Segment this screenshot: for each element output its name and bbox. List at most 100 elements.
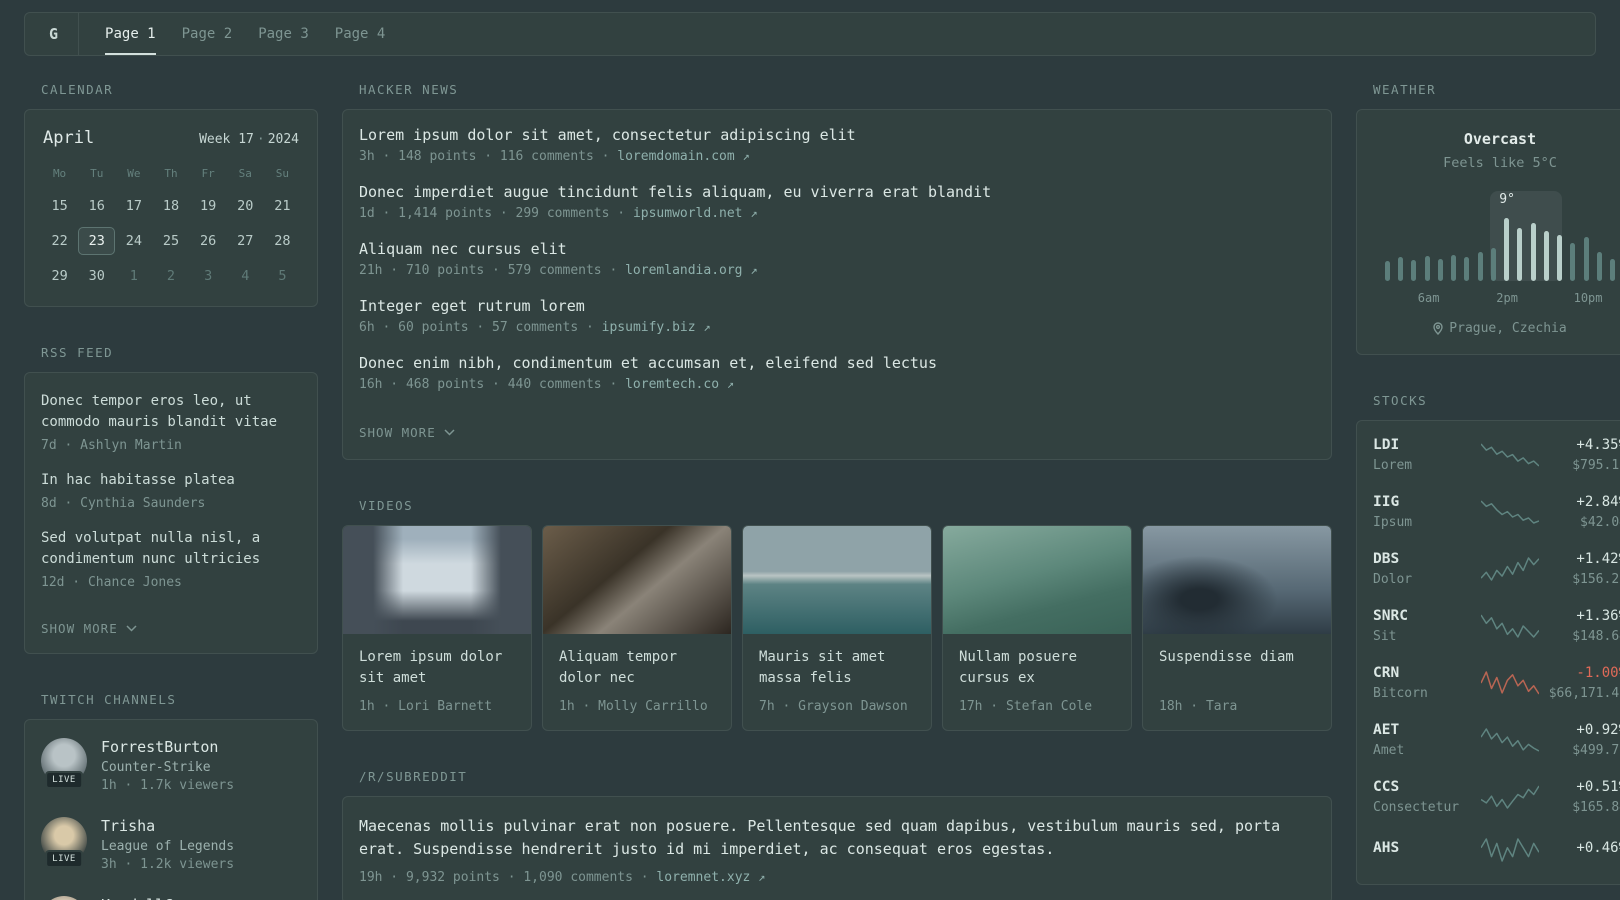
hackernews-item-domain-link[interactable]: ipsumify.biz bbox=[602, 320, 696, 335]
calendar-day[interactable]: 18 bbox=[152, 192, 189, 220]
tab-page-2[interactable]: Page 2 bbox=[182, 13, 233, 55]
video-thumbnail[interactable] bbox=[1143, 526, 1331, 634]
rss-item-title[interactable]: Sed volutpat nulla nisl, a condimentum n… bbox=[41, 528, 301, 570]
weather-time-label: 6am bbox=[1417, 291, 1440, 305]
stock-info: DBS Dolor bbox=[1373, 551, 1475, 587]
hackernews-item: Lorem ipsum dolor sit amet, consectetur … bbox=[359, 126, 1315, 164]
calendar-day[interactable]: 27 bbox=[227, 227, 264, 255]
subreddit-post-text[interactable]: Maecenas mollis pulvinar erat non posuer… bbox=[359, 815, 1315, 861]
stock-row[interactable]: IIG Ipsum +2.84% $42.04 bbox=[1373, 494, 1620, 530]
weather-location: Prague, Czechia bbox=[1373, 321, 1620, 336]
video-meta: 1h · Molly Carrillo bbox=[559, 699, 708, 714]
hackernews-item-title[interactable]: Integer eget rutrum lorem bbox=[359, 297, 1315, 315]
calendar-day-next-month[interactable]: 4 bbox=[227, 262, 264, 290]
video-title[interactable]: Lorem ipsum dolor sit amet consectetu… bbox=[359, 647, 515, 689]
twitch-channel-row[interactable]: LIVE Trisha League of Legends 3h · 1.2k … bbox=[41, 817, 301, 872]
calendar-day[interactable]: 22 bbox=[41, 227, 78, 255]
calendar-day[interactable]: 28 bbox=[264, 227, 301, 255]
calendar-day-next-month[interactable]: 3 bbox=[190, 262, 227, 290]
stock-row[interactable]: AHS +0.46% bbox=[1373, 836, 1620, 864]
calendar-day[interactable]: 30 bbox=[78, 262, 115, 290]
video-card[interactable]: Suspendisse diam 18h · Tara bbox=[1142, 525, 1332, 731]
calendar-day[interactable]: 24 bbox=[115, 227, 152, 255]
video-thumbnail[interactable] bbox=[943, 526, 1131, 634]
rss-item-meta: 12d · Chance Jones bbox=[41, 575, 182, 590]
video-card[interactable]: Mauris sit amet massa felis 7h · Grayson… bbox=[742, 525, 932, 731]
subreddit-post-domain-link[interactable]: loremnet.xyz bbox=[656, 870, 750, 885]
hackernews-item-title[interactable]: Donec imperdiet augue tincidunt felis al… bbox=[359, 183, 1315, 201]
video-thumbnail[interactable] bbox=[543, 526, 731, 634]
channel-name[interactable]: Trisha bbox=[101, 817, 234, 835]
video-thumbnail[interactable] bbox=[343, 526, 531, 634]
calendar-day[interactable]: 25 bbox=[152, 227, 189, 255]
video-card[interactable]: Aliquam tempor dolor nec pharetra… 1h · … bbox=[542, 525, 732, 731]
stock-row[interactable]: DBS Dolor +1.42% $156.28 bbox=[1373, 551, 1620, 587]
rss-item-title[interactable]: In hac habitasse platea bbox=[41, 470, 301, 491]
stock-change: +0.51% bbox=[1576, 779, 1620, 795]
calendar-day[interactable]: 16 bbox=[78, 192, 115, 220]
subreddit-title: /R/SUBREDDIT bbox=[359, 769, 468, 784]
tab-page-3[interactable]: Page 3 bbox=[258, 13, 309, 55]
video-card[interactable]: Lorem ipsum dolor sit amet consectetu… 1… bbox=[342, 525, 532, 731]
video-meta: 7h · Grayson Dawson bbox=[759, 699, 908, 714]
video-title[interactable]: Nullam posuere cursus ex bbox=[959, 647, 1115, 689]
calendar-dow: Mo bbox=[52, 167, 67, 180]
calendar-day[interactable]: 20 bbox=[227, 192, 264, 220]
hackernews-item-title[interactable]: Aliquam nec cursus elit bbox=[359, 240, 1315, 258]
twitch-channel-row[interactable]: KendallCarr bbox=[41, 896, 301, 900]
stock-price: $795.18 bbox=[1572, 458, 1620, 473]
avatar bbox=[41, 896, 87, 900]
calendar-day-next-month[interactable]: 2 bbox=[152, 262, 189, 290]
twitch-channel-row[interactable]: LIVE ForrestBurton Counter-Strike 1h · 1… bbox=[41, 738, 301, 793]
hackernews-item-meta: 16h · 468 points · 440 comments · loremt… bbox=[359, 377, 1315, 392]
rss-show-more-button[interactable]: SHOW MORE bbox=[41, 621, 137, 636]
stock-sparkline bbox=[1481, 728, 1539, 752]
rss-item-title[interactable]: Donec tempor eros leo, ut commodo mauris… bbox=[41, 391, 301, 433]
calendar-day-selected[interactable]: 23 bbox=[78, 227, 116, 255]
stock-row[interactable]: SNRC Sit +1.36% $148.64 bbox=[1373, 608, 1620, 644]
video-title[interactable]: Aliquam tempor dolor nec pharetra… bbox=[559, 647, 715, 689]
stock-info: AHS bbox=[1373, 840, 1475, 861]
calendar-day-next-month[interactable]: 1 bbox=[115, 262, 152, 290]
stock-price: $165.84 bbox=[1572, 800, 1620, 815]
video-card[interactable]: Nullam posuere cursus ex 17h · Stefan Co… bbox=[942, 525, 1132, 731]
calendar-day[interactable]: 19 bbox=[190, 192, 227, 220]
hackernews-item-title[interactable]: Donec enim nibh, condimentum et accumsan… bbox=[359, 354, 1315, 372]
calendar-day[interactable]: 21 bbox=[264, 192, 301, 220]
hackernews-show-more-button[interactable]: SHOW MORE bbox=[359, 425, 455, 440]
stock-row[interactable]: CRN Bitcorn -1.00% $66,171.48 bbox=[1373, 665, 1620, 701]
stock-info: LDI Lorem bbox=[1373, 437, 1475, 473]
channel-info: KendallCarr bbox=[101, 896, 200, 900]
hackernews-item-domain-link[interactable]: loremlandia.org bbox=[625, 263, 742, 278]
calendar-day[interactable]: 29 bbox=[41, 262, 78, 290]
tab-page-4[interactable]: Page 4 bbox=[335, 13, 386, 55]
video-thumbnail[interactable] bbox=[743, 526, 931, 634]
calendar-day-next-month[interactable]: 5 bbox=[264, 262, 301, 290]
tab-page-1[interactable]: Page 1 bbox=[105, 13, 156, 55]
hackernews-item-domain-link[interactable]: loremtech.co bbox=[625, 377, 719, 392]
stock-row[interactable]: LDI Lorem +4.35% $795.18 bbox=[1373, 437, 1620, 473]
channel-name[interactable]: ForrestBurton bbox=[101, 738, 234, 756]
channel-name[interactable]: KendallCarr bbox=[101, 896, 200, 900]
hackernews-item-title[interactable]: Lorem ipsum dolor sit amet, consectetur … bbox=[359, 126, 1315, 144]
hackernews-item: Donec imperdiet augue tincidunt felis al… bbox=[359, 183, 1315, 221]
video-title[interactable]: Suspendisse diam bbox=[1159, 647, 1315, 689]
stock-info: IIG Ipsum bbox=[1373, 494, 1475, 530]
stock-values: +2.84% $42.04 bbox=[1545, 494, 1620, 530]
channel-avatar bbox=[41, 896, 87, 900]
live-badge: LIVE bbox=[45, 850, 83, 868]
video-title[interactable]: Mauris sit amet massa felis bbox=[759, 647, 915, 689]
app-logo[interactable]: G bbox=[39, 13, 80, 55]
calendar-day[interactable]: 17 bbox=[115, 192, 152, 220]
calendar-header: April Week 17 · 2024 bbox=[41, 126, 301, 154]
calendar-day[interactable]: 15 bbox=[41, 192, 78, 220]
stock-row[interactable]: CCS Consectetur +0.51% $165.84 bbox=[1373, 779, 1620, 815]
weather-bars bbox=[1385, 215, 1615, 281]
channel-info: ForrestBurton Counter-Strike 1h · 1.7k v… bbox=[101, 738, 234, 793]
hackernews-item-domain-link[interactable]: ipsumworld.net bbox=[633, 206, 743, 221]
hackernews-item-meta: 3h · 148 points · 116 comments · loremdo… bbox=[359, 149, 1315, 164]
hackernews-item-domain-link[interactable]: loremdomain.com bbox=[617, 149, 734, 164]
calendar-day[interactable]: 26 bbox=[190, 227, 227, 255]
hackernews-item-meta: 1d · 1,414 points · 299 comments · ipsum… bbox=[359, 206, 1315, 221]
stock-row[interactable]: AET Amet +0.92% $499.72 bbox=[1373, 722, 1620, 758]
